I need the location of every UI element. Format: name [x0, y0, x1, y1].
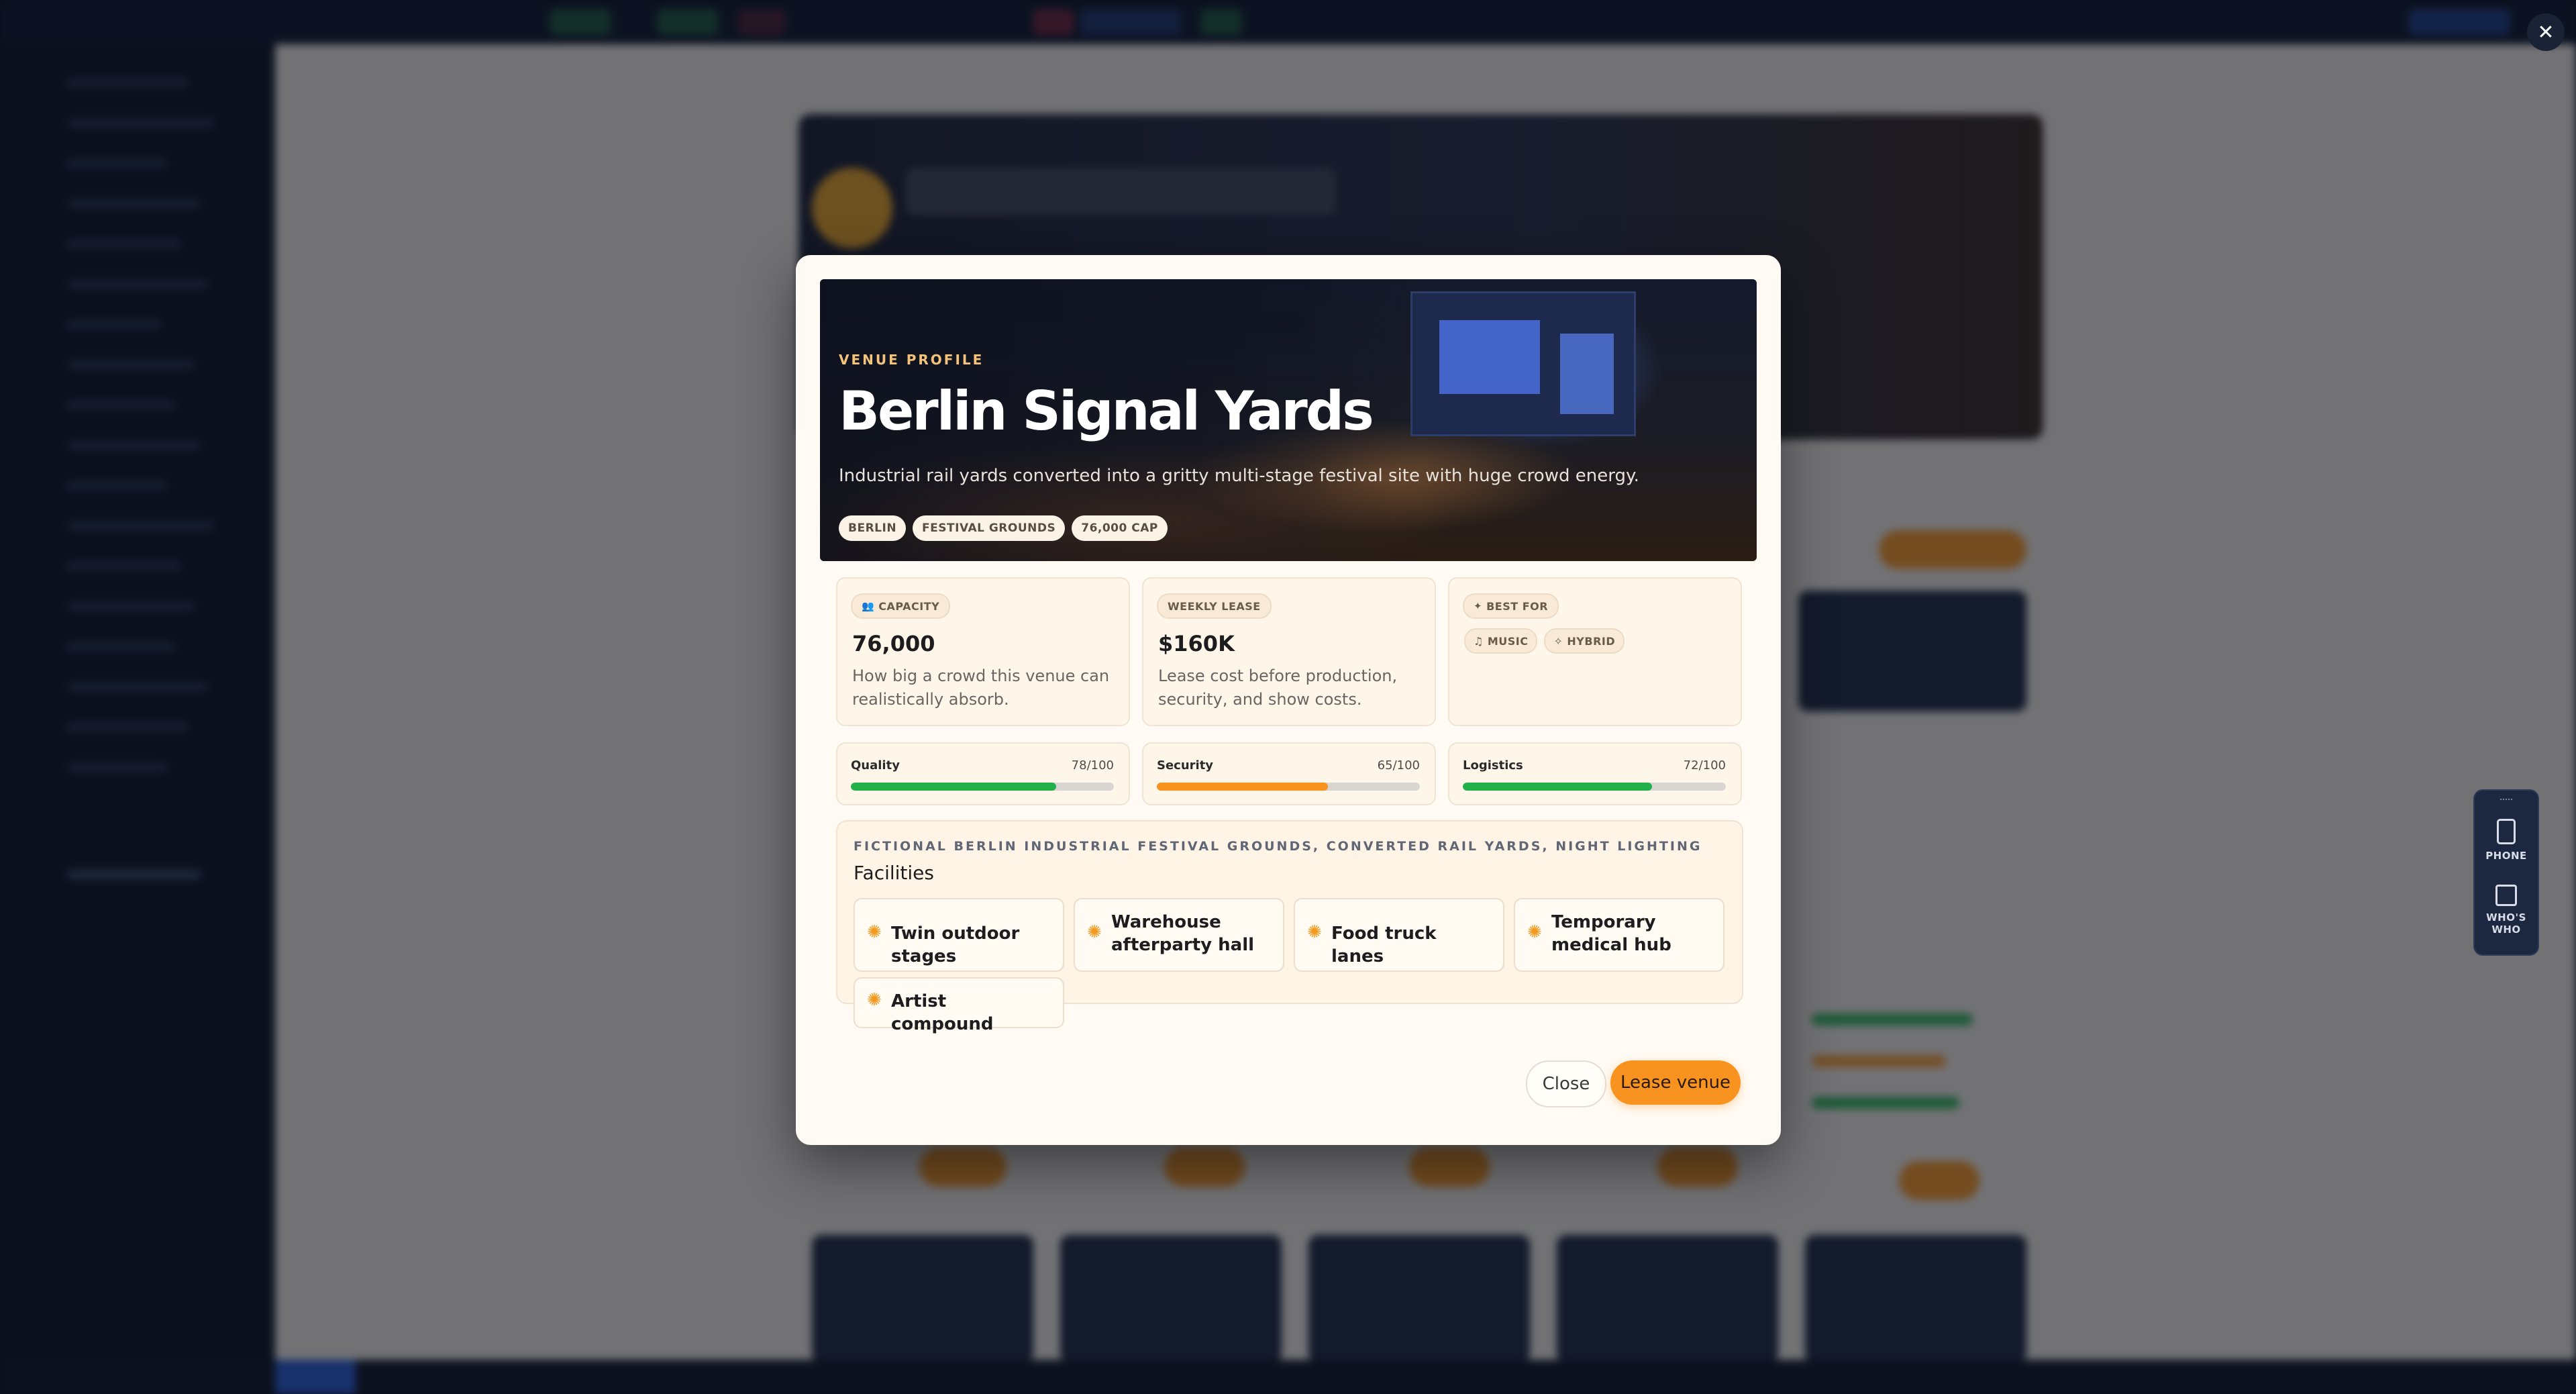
meter-fill: [851, 783, 1056, 791]
meter-name: Quality: [851, 758, 900, 773]
best-for-chips: ♫ MUSIC ✧ HYBRID: [1464, 628, 1625, 654]
facilities-heading: Facilities: [854, 862, 934, 884]
facility-item: ✺ Twin outdoor stages: [854, 898, 1064, 972]
lease-note: Lease cost before production, security, …: [1158, 666, 1398, 709]
venue-hero: VENUE PROFILE Berlin Signal Yards Indust…: [820, 279, 1757, 561]
audience-icon: ✦: [1474, 600, 1483, 612]
quality-meter: Quality 78/100: [836, 742, 1130, 805]
sparkle-icon: ✧: [1553, 634, 1563, 648]
lease-value: $160K: [1158, 631, 1235, 656]
stage-graphic: [1410, 291, 1636, 436]
chip-hybrid: ✧ HYBRID: [1544, 628, 1625, 654]
contact-card-icon: [2495, 885, 2517, 906]
sparkle-icon: ✺: [1087, 922, 1102, 942]
capacity-card: 👥 CAPACITY 76,000 How big a crowd this v…: [836, 577, 1130, 726]
facility-item: ✺ Warehouse afterparty hall: [1074, 898, 1284, 972]
meter-fill: [1463, 783, 1653, 791]
close-icon[interactable]: ✕: [2527, 13, 2565, 51]
venue-description: Industrial rail yards converted into a g…: [839, 466, 1639, 486]
lease-badge: WEEKLY LEASE: [1157, 593, 1272, 619]
phone-icon: [2497, 819, 2516, 844]
best-for-badge: ✦ BEST FOR: [1463, 593, 1559, 619]
meter-name: Security: [1157, 758, 1214, 773]
security-meter: Security 65/100: [1142, 742, 1436, 805]
meter-score: 72/100: [1683, 758, 1726, 773]
facilities-kicker: FICTIONAL BERLIN INDUSTRIAL FESTIVAL GRO…: [854, 839, 1702, 854]
meter-fill: [1157, 783, 1328, 791]
facilities-section: FICTIONAL BERLIN INDUSTRIAL FESTIVAL GRO…: [836, 820, 1743, 1034]
tag-type: FESTIVAL GROUNDS: [913, 515, 1066, 541]
sparkle-icon: ✺: [867, 990, 882, 1010]
capacity-note: How big a crowd this venue can realistic…: [852, 666, 1110, 709]
meter-score: 65/100: [1377, 758, 1420, 773]
venue-profile-modal: VENUE PROFILE Berlin Signal Yards Indust…: [796, 255, 1781, 1145]
meter-track: [851, 783, 1114, 791]
phone-button[interactable]: PHONE: [2480, 819, 2532, 862]
meter-track: [1463, 783, 1726, 791]
capacity-badge: 👥 CAPACITY: [851, 593, 951, 619]
venue-title: Berlin Signal Yards: [839, 380, 1374, 442]
phone-label: PHONE: [2485, 850, 2527, 862]
meter-track: [1157, 783, 1420, 791]
whos-who-button[interactable]: WHO'S WHO: [2480, 885, 2532, 936]
facility-item: ✺ Artist compound: [854, 977, 1064, 1034]
meter-name: Logistics: [1463, 758, 1523, 773]
logistics-meter: Logistics 72/100: [1448, 742, 1742, 805]
sparkle-icon: ✺: [1527, 922, 1542, 942]
lease-card: WEEKLY LEASE $160K Lease cost before pro…: [1142, 577, 1436, 726]
tag-capacity: 76,000 CAP: [1072, 515, 1168, 541]
capacity-value: 76,000: [852, 631, 935, 656]
facility-item: ✺ Temporary medical hub: [1514, 898, 1724, 972]
sparkle-icon: ✺: [1307, 922, 1322, 942]
tag-city: BERLIN: [839, 515, 907, 541]
whos-who-label: WHO'S WHO: [2486, 911, 2526, 936]
users-icon: 👥: [862, 600, 875, 612]
venue-tags: BERLIN FESTIVAL GROUNDS 76,000 CAP: [839, 515, 1168, 541]
facility-item: ✺ Food truck lanes: [1294, 898, 1504, 972]
close-button[interactable]: Close: [1526, 1060, 1606, 1107]
hero-eyebrow: VENUE PROFILE: [839, 352, 984, 368]
best-for-card: ✦ BEST FOR ♫ MUSIC ✧ HYBRID: [1448, 577, 1742, 726]
lease-venue-button[interactable]: Lease venue: [1610, 1060, 1741, 1105]
drag-handle[interactable]: [2500, 799, 2512, 804]
music-note-icon: ♫: [1474, 634, 1484, 648]
chip-music: ♫ MUSIC: [1464, 628, 1538, 654]
side-dock: PHONE WHO'S WHO: [2473, 789, 2539, 956]
sparkle-icon: ✺: [867, 922, 882, 942]
meter-score: 78/100: [1071, 758, 1114, 773]
